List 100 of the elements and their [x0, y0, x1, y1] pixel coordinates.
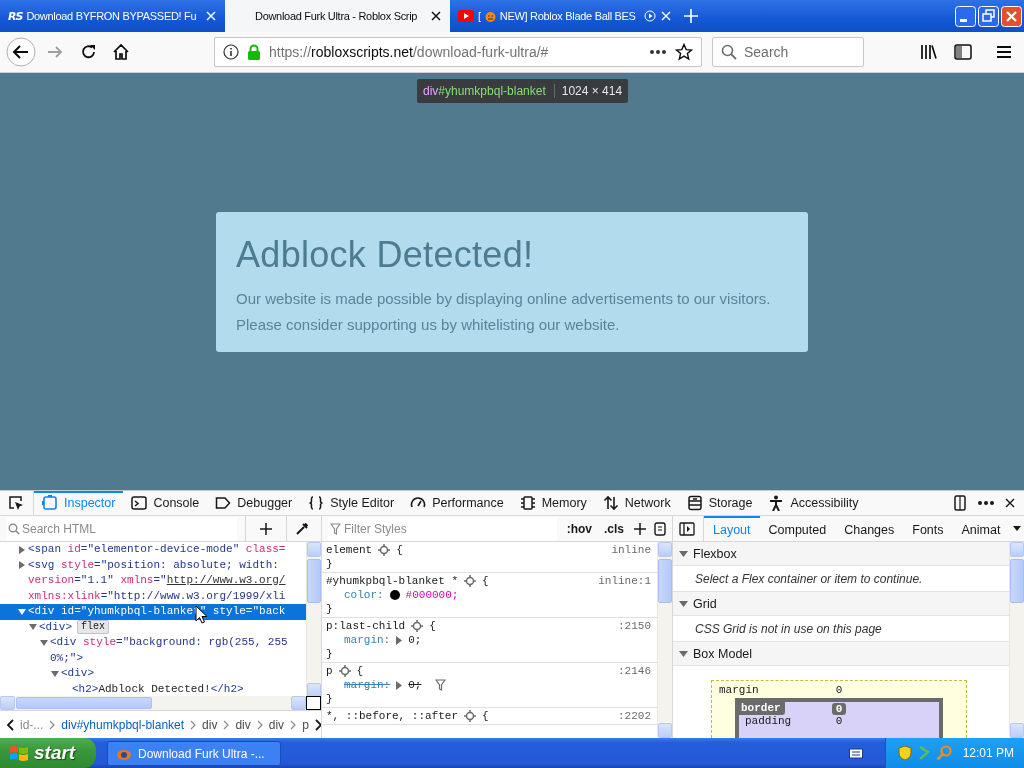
- css-selector: *, ::before, ::after: [326, 709, 459, 723]
- breadcrumb[interactable]: div: [235, 717, 251, 732]
- sidebar-tab[interactable]: Animat: [952, 516, 1010, 541]
- breadcrumb[interactable]: div: [268, 717, 285, 732]
- devtools-tab[interactable]: Style Editor: [300, 491, 403, 515]
- markup-line[interactable]: 0%;">: [50, 650, 83, 666]
- crosshair-icon[interactable]: [411, 620, 424, 632]
- expand-arrow-icon[interactable]: [679, 600, 688, 607]
- expand-arrow-icon[interactable]: [18, 545, 26, 554]
- back-button-icon[interactable]: [6, 37, 36, 67]
- star-icon[interactable]: [675, 43, 693, 61]
- filter-field[interactable]: Filter Styles: [328, 516, 557, 541]
- devtools-tab[interactable]: Memory: [511, 491, 595, 515]
- restore-button[interactable]: [978, 5, 999, 27]
- breadcrumb[interactable]: div: [202, 717, 218, 732]
- devtools-tab[interactable]: Debugger: [207, 491, 301, 515]
- dropdown-caret-icon[interactable]: [1013, 526, 1021, 531]
- expand-arrow-icon[interactable]: [18, 607, 26, 616]
- eyedropper-icon[interactable]: [295, 521, 309, 536]
- expand-arrow-icon[interactable]: [679, 550, 688, 557]
- markup-line[interactable]: <div style="background: rgb(255, 255: [50, 635, 288, 651]
- notice-title: Adblock Detected!: [236, 233, 535, 276]
- crosshair-icon[interactable]: [338, 665, 351, 677]
- scrollbar-corner: [306, 696, 321, 710]
- browser-tab[interactable]: RS Download BYFRON BYPASSED! Fu: [0, 0, 225, 32]
- browser-tab[interactable]: Download Furk Ultra - Roblox Scrip: [225, 0, 450, 32]
- sidebar-tab[interactable]: Computed: [759, 516, 836, 541]
- css-selector: element: [326, 543, 373, 557]
- chevron-left-icon[interactable]: [6, 718, 14, 731]
- markup-line[interactable]: <h2>Adblock Detected!</h2>: [72, 681, 244, 696]
- chevron-right-icon[interactable]: [314, 718, 321, 731]
- markup-line[interactable]: <svg style="position: absolute; width:: [28, 557, 279, 573]
- search-field[interactable]: Search HTML: [6, 516, 237, 541]
- close-icon[interactable]: [1004, 497, 1016, 509]
- flex-badge[interactable]: flex: [77, 620, 110, 635]
- breadcrumb[interactable]: id-...: [20, 717, 44, 732]
- start-button[interactable]: start: [0, 738, 96, 768]
- sidebar-icon[interactable]: [954, 44, 972, 60]
- sidebar-tab[interactable]: Fonts: [903, 516, 953, 541]
- chip-icon: [519, 495, 536, 511]
- rule-source[interactable]: :2146: [618, 664, 651, 678]
- brace: }: [326, 692, 333, 706]
- markup-line[interactable]: <div>: [39, 619, 72, 635]
- close-icon[interactable]: [430, 10, 442, 22]
- expand-arrow-icon[interactable]: [396, 680, 403, 690]
- search-field[interactable]: Search: [712, 37, 864, 67]
- sidebar-toggle-icon[interactable]: [679, 521, 695, 536]
- toggle-button[interactable]: .cls: [602, 521, 626, 536]
- close-button[interactable]: [1001, 5, 1022, 27]
- document-icon[interactable]: [654, 521, 666, 536]
- rule-source[interactable]: inline:1: [598, 574, 651, 588]
- devtools-tab[interactable]: Accessibility: [760, 491, 867, 515]
- home-icon[interactable]: [112, 43, 130, 61]
- expand-arrow-icon[interactable]: [396, 635, 403, 645]
- devtools-tab[interactable]: Network: [594, 491, 679, 515]
- up-down-arrows-icon: [602, 495, 619, 511]
- markup-line[interactable]: <span id="elementor-device-mode" class=: [28, 542, 286, 558]
- taskbar-button[interactable]: Download Furk Ultra -...: [107, 741, 281, 766]
- expand-arrow-icon[interactable]: [679, 650, 688, 657]
- devtools-tab[interactable]: Performance: [402, 491, 512, 515]
- expand-arrow-icon[interactable]: [18, 561, 26, 570]
- box-label: border: [739, 702, 785, 715]
- expand-arrow-icon[interactable]: [40, 638, 48, 647]
- plus-icon[interactable]: [634, 522, 646, 535]
- css-property: margin:: [344, 678, 391, 692]
- more-dots-icon[interactable]: [978, 501, 994, 505]
- breadcrumb[interactable]: div#yhumkpbql-blanket: [61, 717, 185, 732]
- menu-icon[interactable]: [996, 45, 1012, 59]
- dock-icon[interactable]: [952, 495, 968, 511]
- plus-icon[interactable]: [260, 522, 272, 535]
- crosshair-icon[interactable]: [464, 710, 477, 722]
- element-picker-icon[interactable]: [8, 495, 24, 511]
- reload-icon[interactable]: [80, 43, 98, 61]
- rule-source[interactable]: :2150: [618, 619, 651, 633]
- devtools-tab[interactable]: Storage: [678, 491, 761, 515]
- keyboard-icon[interactable]: [848, 747, 863, 759]
- more-dots-icon[interactable]: [649, 49, 667, 55]
- browser-tab[interactable]: [ NEW] Roblox Blade Ball BES: [450, 0, 675, 32]
- devtools-tab[interactable]: Console: [123, 491, 208, 515]
- sidebar-tab[interactable]: Changes: [835, 516, 904, 541]
- crosshair-icon[interactable]: [464, 575, 477, 587]
- crosshair-icon[interactable]: [378, 544, 391, 556]
- markup-line[interactable]: xmlns:xlink="http://www.w3.org/1999/xli: [28, 588, 286, 604]
- new-tab-plus-icon[interactable]: [683, 8, 699, 24]
- toggle-button[interactable]: :hov: [564, 521, 594, 536]
- box-value: 0: [831, 702, 847, 715]
- filter-icon[interactable]: [435, 679, 447, 691]
- rule-source[interactable]: inline: [611, 543, 651, 557]
- shield-icon[interactable]: [897, 745, 912, 761]
- chevron-right-icon: [49, 719, 56, 730]
- expand-arrow-icon[interactable]: [29, 623, 37, 632]
- expand-arrow-icon[interactable]: [51, 669, 59, 678]
- library-icon[interactable]: [920, 43, 938, 61]
- tag-shape-icon: [215, 495, 232, 511]
- minimize-button[interactable]: [955, 5, 976, 27]
- address-bar[interactable]: https://robloxscripts.net/download-furk-ultra/#: [214, 37, 702, 67]
- rule-source[interactable]: :2202: [618, 709, 651, 723]
- breadcrumb[interactable]: p: [302, 717, 309, 732]
- markup-line[interactable]: version="1.1" xmlns="http://www.w3.org/: [28, 573, 286, 589]
- markup-line[interactable]: <div>: [61, 666, 94, 682]
